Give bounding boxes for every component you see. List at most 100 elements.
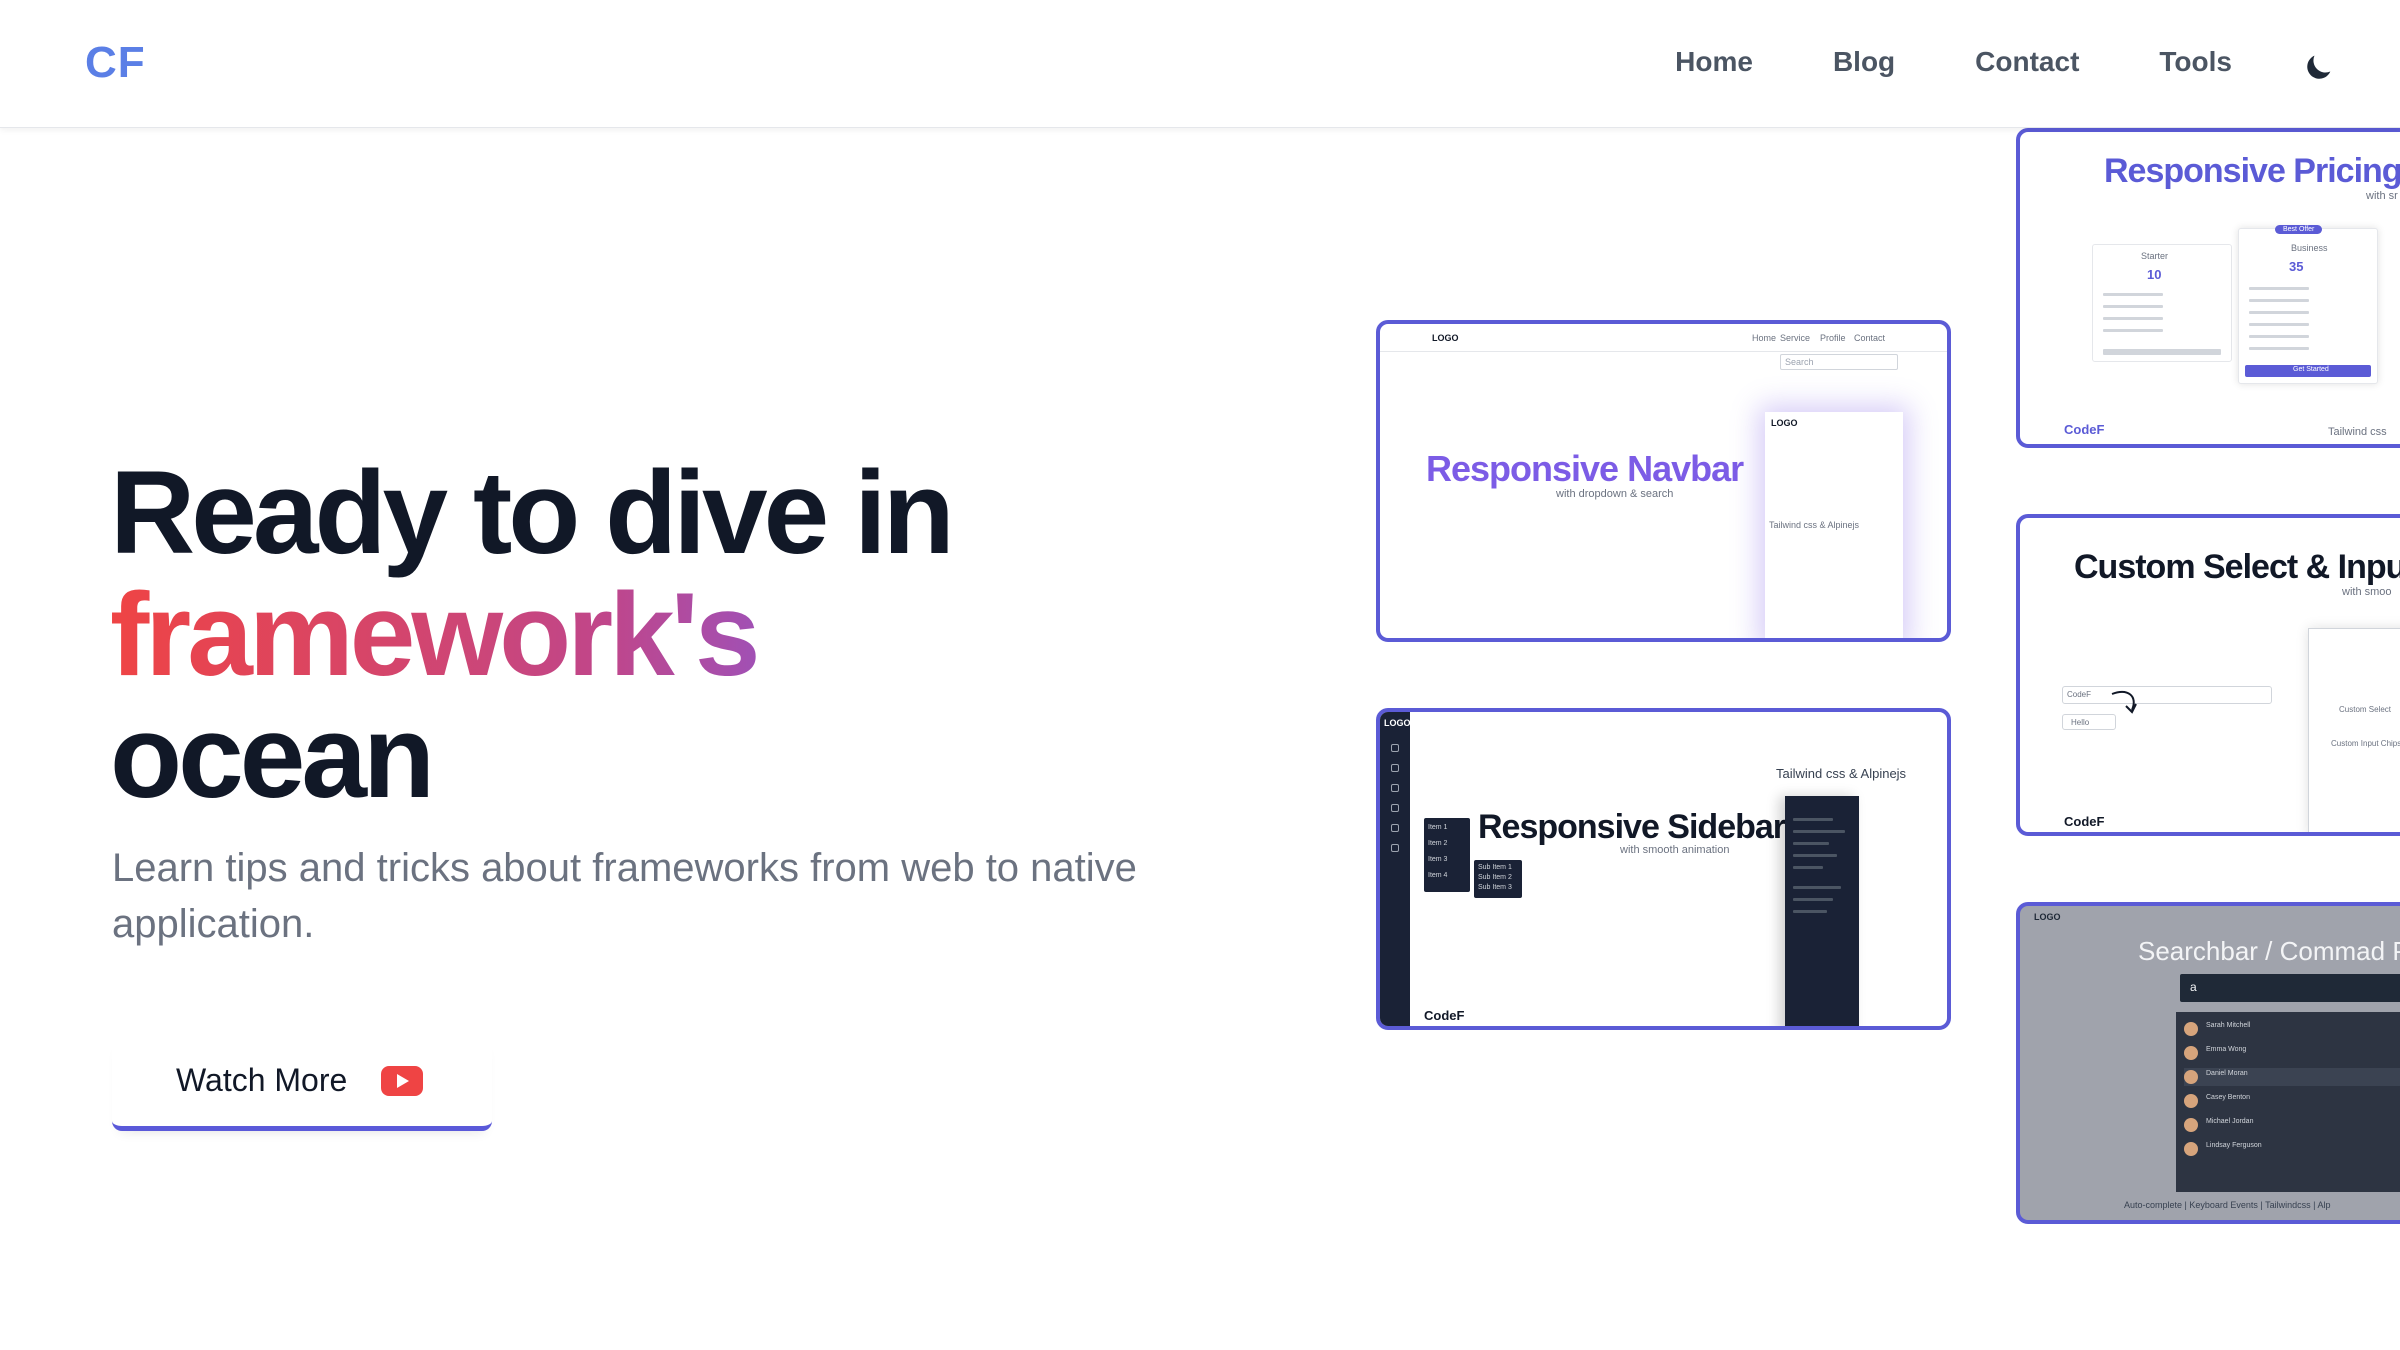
thumbnail-subtitle: with smooth animation [1620, 844, 1730, 856]
nav-link-home[interactable]: Home [1675, 46, 1753, 78]
avatar [2184, 1046, 2198, 1060]
avatar [2184, 1094, 2198, 1108]
thumbnail-footer: Tailwind css [2328, 426, 2387, 438]
result-row: Emma Wong [2184, 1044, 2400, 1062]
thumbnail-subtitle: with dropdown & search [1556, 488, 1674, 500]
result-row: Casey Benton [2184, 1092, 2400, 1110]
mini-menu-service: Service [1780, 333, 1811, 343]
panel-line [1793, 886, 1841, 889]
panel-line [1793, 842, 1829, 845]
hero-subtitle: Learn tips and tricks about frameworks f… [112, 846, 1137, 946]
thumbnail-subtitle: with sr [2366, 190, 2398, 202]
thumbnail-footer: Tailwind css & Alpinejs [1769, 520, 1860, 530]
panel-line [1793, 910, 1827, 913]
site-logo[interactable]: CF [85, 38, 146, 88]
result-row: Sarah Mitchell [2184, 1020, 2400, 1038]
mini-input: CodeF [2062, 686, 2272, 704]
mini-label: Custom Select [2339, 705, 2392, 714]
mini-sub-item: Sub Item 2 [1478, 874, 1512, 881]
mini-menu-home: Home [1752, 333, 1777, 343]
mini-phone-preview: LOGO Tailwind css & Alpinejs [1765, 412, 1903, 638]
get-started-button: Get Started [2245, 365, 2371, 377]
result-name: Casey Benton [2206, 1094, 2250, 1101]
mini-sidebar-rail: LOGO [1380, 712, 1411, 1026]
mini-item: Item 4 [1428, 872, 1448, 879]
mini-logo: LOGO [1432, 333, 1459, 343]
mini-phone-logo: LOGO [1771, 418, 1798, 428]
rail-icon [1391, 844, 1399, 852]
mini-select: Hello [2062, 714, 2116, 730]
thumbnail-responsive-pricing[interactable]: Responsive Pricing S with sr Starter 10 … [2016, 128, 2400, 448]
feature-line [2103, 317, 2163, 320]
thumbnail-title: Responsive Navbar [1426, 448, 1744, 489]
thumbnail-title: Responsive Pricing S [2104, 152, 2400, 190]
hero-title-line-1: Ready to dive in [110, 447, 955, 579]
panel-line [1793, 854, 1837, 857]
mini-result-list: Sarah Mitchell Emma Wong Daniel Moran Ca… [2176, 1012, 2400, 1192]
mini-label: Custom Input Chips [2331, 739, 2400, 748]
thumbnail-brand: CodeF [2064, 422, 2105, 437]
panel-line [1793, 866, 1823, 869]
thumbnail-footer: Tailwind css & Alpinejs [1776, 766, 1907, 781]
mini-input-value: CodeF [2067, 690, 2092, 699]
pricing-card-business: Best Offer Business 35 Get Started [2238, 225, 2378, 384]
mini-sub-item: Sub Item 3 [1478, 884, 1512, 891]
feature-line [2103, 349, 2221, 355]
feature-line [2249, 335, 2309, 338]
site-header: CF Home Blog Contact Tools [0, 0, 2400, 128]
youtube-icon [381, 1065, 424, 1096]
plan-name: Starter [2141, 251, 2169, 261]
avatar [2184, 1022, 2198, 1036]
thumbnail-searchbar[interactable]: LOGO Searchbar / Commad P a Sarah Mitche… [2016, 902, 2400, 1224]
result-row: Daniel Moran [2184, 1068, 2400, 1086]
plan-name: Business [2291, 243, 2328, 253]
watch-more-button[interactable]: Watch More [112, 1035, 492, 1131]
rail-icon [1391, 764, 1399, 772]
result-name: Emma Wong [2206, 1046, 2247, 1053]
feature-line [2103, 329, 2163, 332]
plan-price: 10 [2147, 267, 2162, 282]
avatar [2184, 1142, 2198, 1156]
result-name: Daniel Moran [2206, 1070, 2248, 1077]
feature-line [2249, 311, 2309, 314]
thumbnail-footer: Auto-complete | Keyboard Events | Tailwi… [2124, 1200, 2331, 1210]
mini-navbar: LOGO Home Service Profile Contact [1380, 324, 1947, 352]
mini-item: Item 3 [1428, 856, 1448, 863]
nav-link-blog[interactable]: Blog [1833, 46, 1895, 78]
feature-line [2249, 323, 2309, 326]
thumbnail-responsive-navbar[interactable]: LOGO Home Service Profile Contact Search… [1376, 320, 1951, 642]
mini-submenu-box: Sub Item 1 Sub Item 2 Sub Item 3 [1474, 860, 1522, 898]
mini-search-placeholder: Search [1785, 357, 1814, 367]
thumbnail-custom-select[interactable]: Custom Select & Input ( with smoo CodeF … [2016, 514, 2400, 836]
thumbnail-responsive-sidebar[interactable]: LOGO Item 1 Item 2 Item 3 Item 4 Sub Ite… [1376, 708, 1951, 1030]
hero-title-line-3: ocean [110, 691, 435, 823]
thumbnail-title: Searchbar / Commad P [2138, 936, 2400, 966]
mini-logo: LOGO [1384, 718, 1411, 728]
mini-sub-item: Sub Item 1 [1478, 864, 1512, 871]
mini-sidebar-panel [1785, 796, 1859, 1026]
nav-link-contact[interactable]: Contact [1975, 46, 2079, 78]
thumbnail-title: Custom Select & Input ( [2074, 548, 2400, 586]
mini-menu-profile: Profile [1820, 333, 1846, 343]
feature-line [2249, 347, 2309, 350]
feature-line [2103, 305, 2163, 308]
curved-arrow-icon [2111, 691, 2137, 714]
mini-menu-box: Item 1 Item 2 Item 3 Item 4 [1424, 818, 1470, 892]
hero-title-highlight: framework's [110, 574, 1210, 696]
nav-link-tools[interactable]: Tools [2159, 46, 2232, 78]
mini-demo-card: Custom Select Custom Input Chips [2308, 628, 2400, 832]
panel-line [1793, 898, 1833, 901]
feature-line [2249, 299, 2309, 302]
rail-icon [1391, 804, 1399, 812]
mini-menu-contact: Contact [1854, 333, 1886, 343]
thumbnail-subtitle: with smoo [2342, 586, 2392, 598]
main-nav: Home Blog Contact Tools [1675, 46, 2232, 78]
mini-search-box: Search [1780, 354, 1898, 370]
cta-label: Get Started [2293, 366, 2329, 373]
plan-price: 35 [2289, 259, 2304, 274]
panel-line [1793, 818, 1833, 821]
feature-line [2249, 287, 2309, 290]
result-row: Lindsay Ferguson [2184, 1140, 2400, 1158]
moon-icon[interactable] [2302, 50, 2336, 84]
result-row: Michael Jordan [2184, 1116, 2400, 1134]
